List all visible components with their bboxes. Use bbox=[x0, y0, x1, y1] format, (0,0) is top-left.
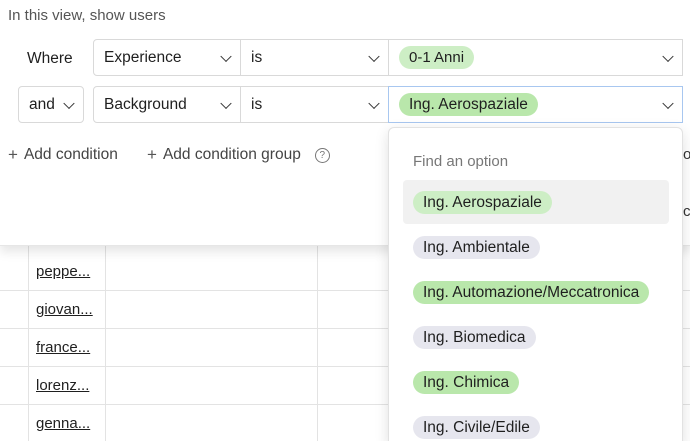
chevron-down-icon bbox=[63, 97, 75, 109]
plus-icon: + bbox=[8, 145, 18, 164]
chevron-down-icon bbox=[220, 97, 232, 109]
option-item[interactable]: Ing. Aerospaziale bbox=[403, 180, 669, 224]
filter-title: In this view, show users bbox=[8, 7, 166, 24]
field-select-value: Experience bbox=[104, 48, 182, 66]
option-chip: Ing. Civile/Edile bbox=[413, 415, 540, 439]
chevron-down-icon bbox=[368, 50, 380, 62]
option-item[interactable]: Ing. Biomedica bbox=[403, 315, 669, 359]
option-chip: Ing. Automazione/Meccatronica bbox=[413, 280, 650, 304]
operator-select-value: is bbox=[251, 48, 263, 66]
value-select[interactable]: Ing. Aerospaziale bbox=[388, 86, 683, 123]
user-link[interactable]: lorenz... bbox=[36, 377, 100, 394]
value-select[interactable]: 0-1 Anni bbox=[388, 39, 683, 76]
option-chip: Ing. Chimica bbox=[413, 370, 520, 394]
chevron-down-icon bbox=[368, 97, 380, 109]
user-link[interactable]: giovan... bbox=[36, 301, 100, 318]
user-link[interactable]: france... bbox=[36, 339, 100, 356]
clipped-text: c bbox=[683, 203, 690, 220]
option-item[interactable]: Ing. Ambientale bbox=[403, 225, 669, 269]
add-condition-button[interactable]: + Add condition bbox=[8, 145, 118, 165]
conjunction-select-value: and bbox=[29, 95, 55, 113]
option-chip: Ing. Biomedica bbox=[413, 325, 536, 349]
option-item[interactable]: Ing. Civile/Edile bbox=[403, 405, 669, 441]
chevron-down-icon bbox=[220, 50, 232, 62]
user-link[interactable]: genna... bbox=[36, 415, 100, 432]
field-select[interactable]: Background bbox=[93, 86, 241, 123]
value-chip: Ing. Aerospaziale bbox=[399, 93, 538, 116]
add-condition-group-label: Add condition group bbox=[162, 146, 301, 163]
plus-icon: + bbox=[147, 145, 157, 164]
operator-select[interactable]: is bbox=[240, 86, 389, 123]
clipped-text: o bbox=[683, 146, 690, 163]
where-label: Where bbox=[27, 50, 73, 67]
option-chip: Ing. Aerospaziale bbox=[413, 190, 552, 214]
chevron-down-icon bbox=[662, 50, 674, 62]
user-link[interactable]: peppe... bbox=[36, 263, 100, 280]
option-chip: Ing. Ambientale bbox=[413, 235, 540, 259]
chevron-down-icon bbox=[662, 97, 674, 109]
option-search-input[interactable]: Find an option bbox=[413, 153, 508, 170]
operator-select[interactable]: is bbox=[240, 39, 389, 76]
help-icon[interactable]: ? bbox=[314, 147, 330, 163]
operator-select-value: is bbox=[251, 95, 263, 113]
field-select-value: Background bbox=[104, 95, 187, 113]
option-item[interactable]: Ing. Automazione/Meccatronica bbox=[403, 270, 669, 314]
options-dropdown: Find an option Ing. Aerospaziale Ing. Am… bbox=[388, 127, 683, 441]
value-chip: 0-1 Anni bbox=[399, 46, 475, 69]
field-select[interactable]: Experience bbox=[93, 39, 241, 76]
add-condition-label: Add condition bbox=[23, 146, 118, 163]
option-item[interactable]: Ing. Chimica bbox=[403, 360, 669, 404]
add-condition-group-button[interactable]: + Add condition group ? bbox=[147, 145, 330, 165]
screen: peppe... giovan... france... lorenz... g… bbox=[0, 0, 690, 441]
conjunction-select[interactable]: and bbox=[18, 86, 84, 123]
